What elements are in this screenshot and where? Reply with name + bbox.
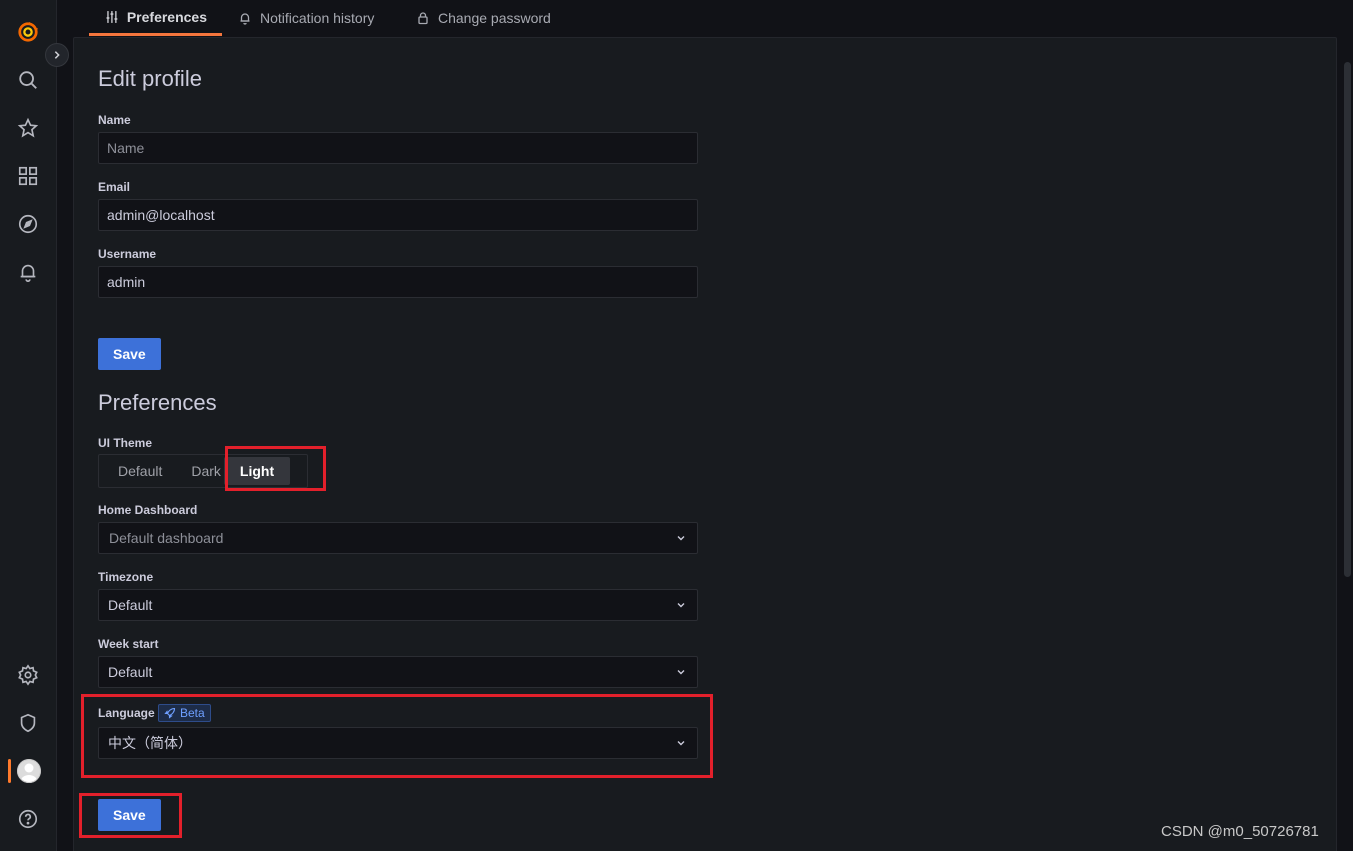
profile-tabs: Preferences Notification history Change …	[89, 0, 567, 38]
tab-change-password[interactable]: Change password	[400, 0, 567, 36]
tab-label: Notification history	[260, 10, 375, 26]
bell-icon	[240, 13, 250, 25]
home-dashboard-select[interactable]: Default dashboard	[98, 522, 698, 554]
name-label: Name	[98, 113, 131, 127]
home-dashboard-label: Home Dashboard	[98, 503, 198, 517]
week-start-label: Week start	[98, 637, 159, 651]
email-input[interactable]: admin@localhost	[98, 199, 698, 231]
preferences-heading: Preferences	[98, 390, 217, 415]
side-menu	[0, 0, 57, 851]
help-icon[interactable]	[14, 805, 42, 833]
grafana-logo-icon[interactable]	[14, 18, 42, 46]
tab-label: Change password	[438, 10, 551, 26]
tab-label: Preferences	[126, 8, 207, 25]
user-avatar[interactable]	[17, 759, 41, 783]
scrollbar-thumb[interactable]	[1344, 62, 1351, 577]
timezone-value: Default	[108, 597, 153, 613]
save-profile-button[interactable]: Save	[98, 338, 161, 370]
week-start-select[interactable]: Default	[98, 656, 698, 688]
chevron-down-icon	[677, 603, 685, 608]
username-input[interactable]: admin	[98, 266, 698, 298]
theme-option-dark[interactable]: Dark	[179, 457, 222, 485]
annotation-box-save	[79, 793, 182, 838]
expand-sidebar-button[interactable]	[45, 43, 69, 67]
tab-notification-history[interactable]: Notification history	[222, 0, 400, 36]
theme-option-default[interactable]: Default	[101, 457, 179, 485]
explore-compass-icon[interactable]	[14, 210, 42, 238]
chevron-down-icon	[677, 536, 685, 541]
email-label: Email	[98, 180, 131, 194]
tab-preferences[interactable]: Preferences	[89, 0, 222, 36]
active-indicator	[8, 759, 11, 783]
search-icon[interactable]	[14, 66, 42, 94]
dashboards-icon[interactable]	[14, 162, 42, 190]
week-start-value: Default	[108, 664, 153, 680]
alerting-bell-icon[interactable]	[14, 258, 42, 286]
settings-gear-icon[interactable]	[14, 661, 42, 689]
sliders-icon	[106, 10, 118, 23]
chevron-right-icon	[54, 51, 60, 59]
star-icon[interactable]	[14, 114, 42, 142]
watermark-text: CSDN @m0_50726781	[1161, 823, 1319, 840]
home-dashboard-value: Default dashboard	[109, 530, 224, 546]
shield-icon[interactable]	[14, 709, 42, 737]
ui-theme-label: UI Theme	[98, 436, 153, 450]
annotation-box-language	[81, 694, 713, 778]
timezone-label: Timezone	[98, 570, 154, 584]
username-label: Username	[98, 247, 157, 261]
lock-icon	[418, 12, 428, 25]
name-input[interactable]: Name	[98, 132, 698, 164]
annotation-box-theme	[225, 446, 326, 491]
timezone-select[interactable]: Default	[98, 589, 698, 621]
chevron-down-icon	[677, 670, 685, 675]
edit-profile-heading: Edit profile	[98, 66, 202, 91]
